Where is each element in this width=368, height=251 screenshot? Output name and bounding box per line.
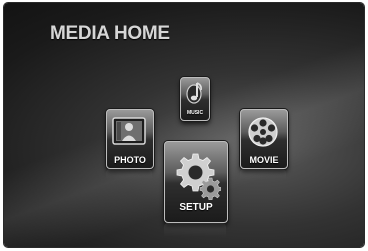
music-note-icon <box>186 82 202 104</box>
gear-icon <box>176 153 221 200</box>
photo-icon <box>112 117 146 145</box>
film-reel-icon <box>248 117 278 147</box>
setup-button[interactable]: SETUP <box>164 141 228 223</box>
page-title: MEDIA HOME <box>50 23 170 44</box>
music-label: MUSIC <box>186 110 204 116</box>
movie-button[interactable]: MOVIE <box>240 109 288 169</box>
movie-label: MOVIE <box>249 155 279 165</box>
music-button[interactable]: MUSIC <box>180 77 210 121</box>
setup-label: SETUP <box>179 202 213 213</box>
movie-reflection <box>240 169 286 183</box>
photo-button[interactable]: PHOTO <box>106 109 154 169</box>
setup-reflection <box>164 223 226 243</box>
photo-reflection <box>106 169 152 183</box>
photo-label: PHOTO <box>114 155 146 165</box>
media-home-screen: MEDIA HOME MUSIC PHOTO MOVIE SETUP <box>4 3 364 247</box>
